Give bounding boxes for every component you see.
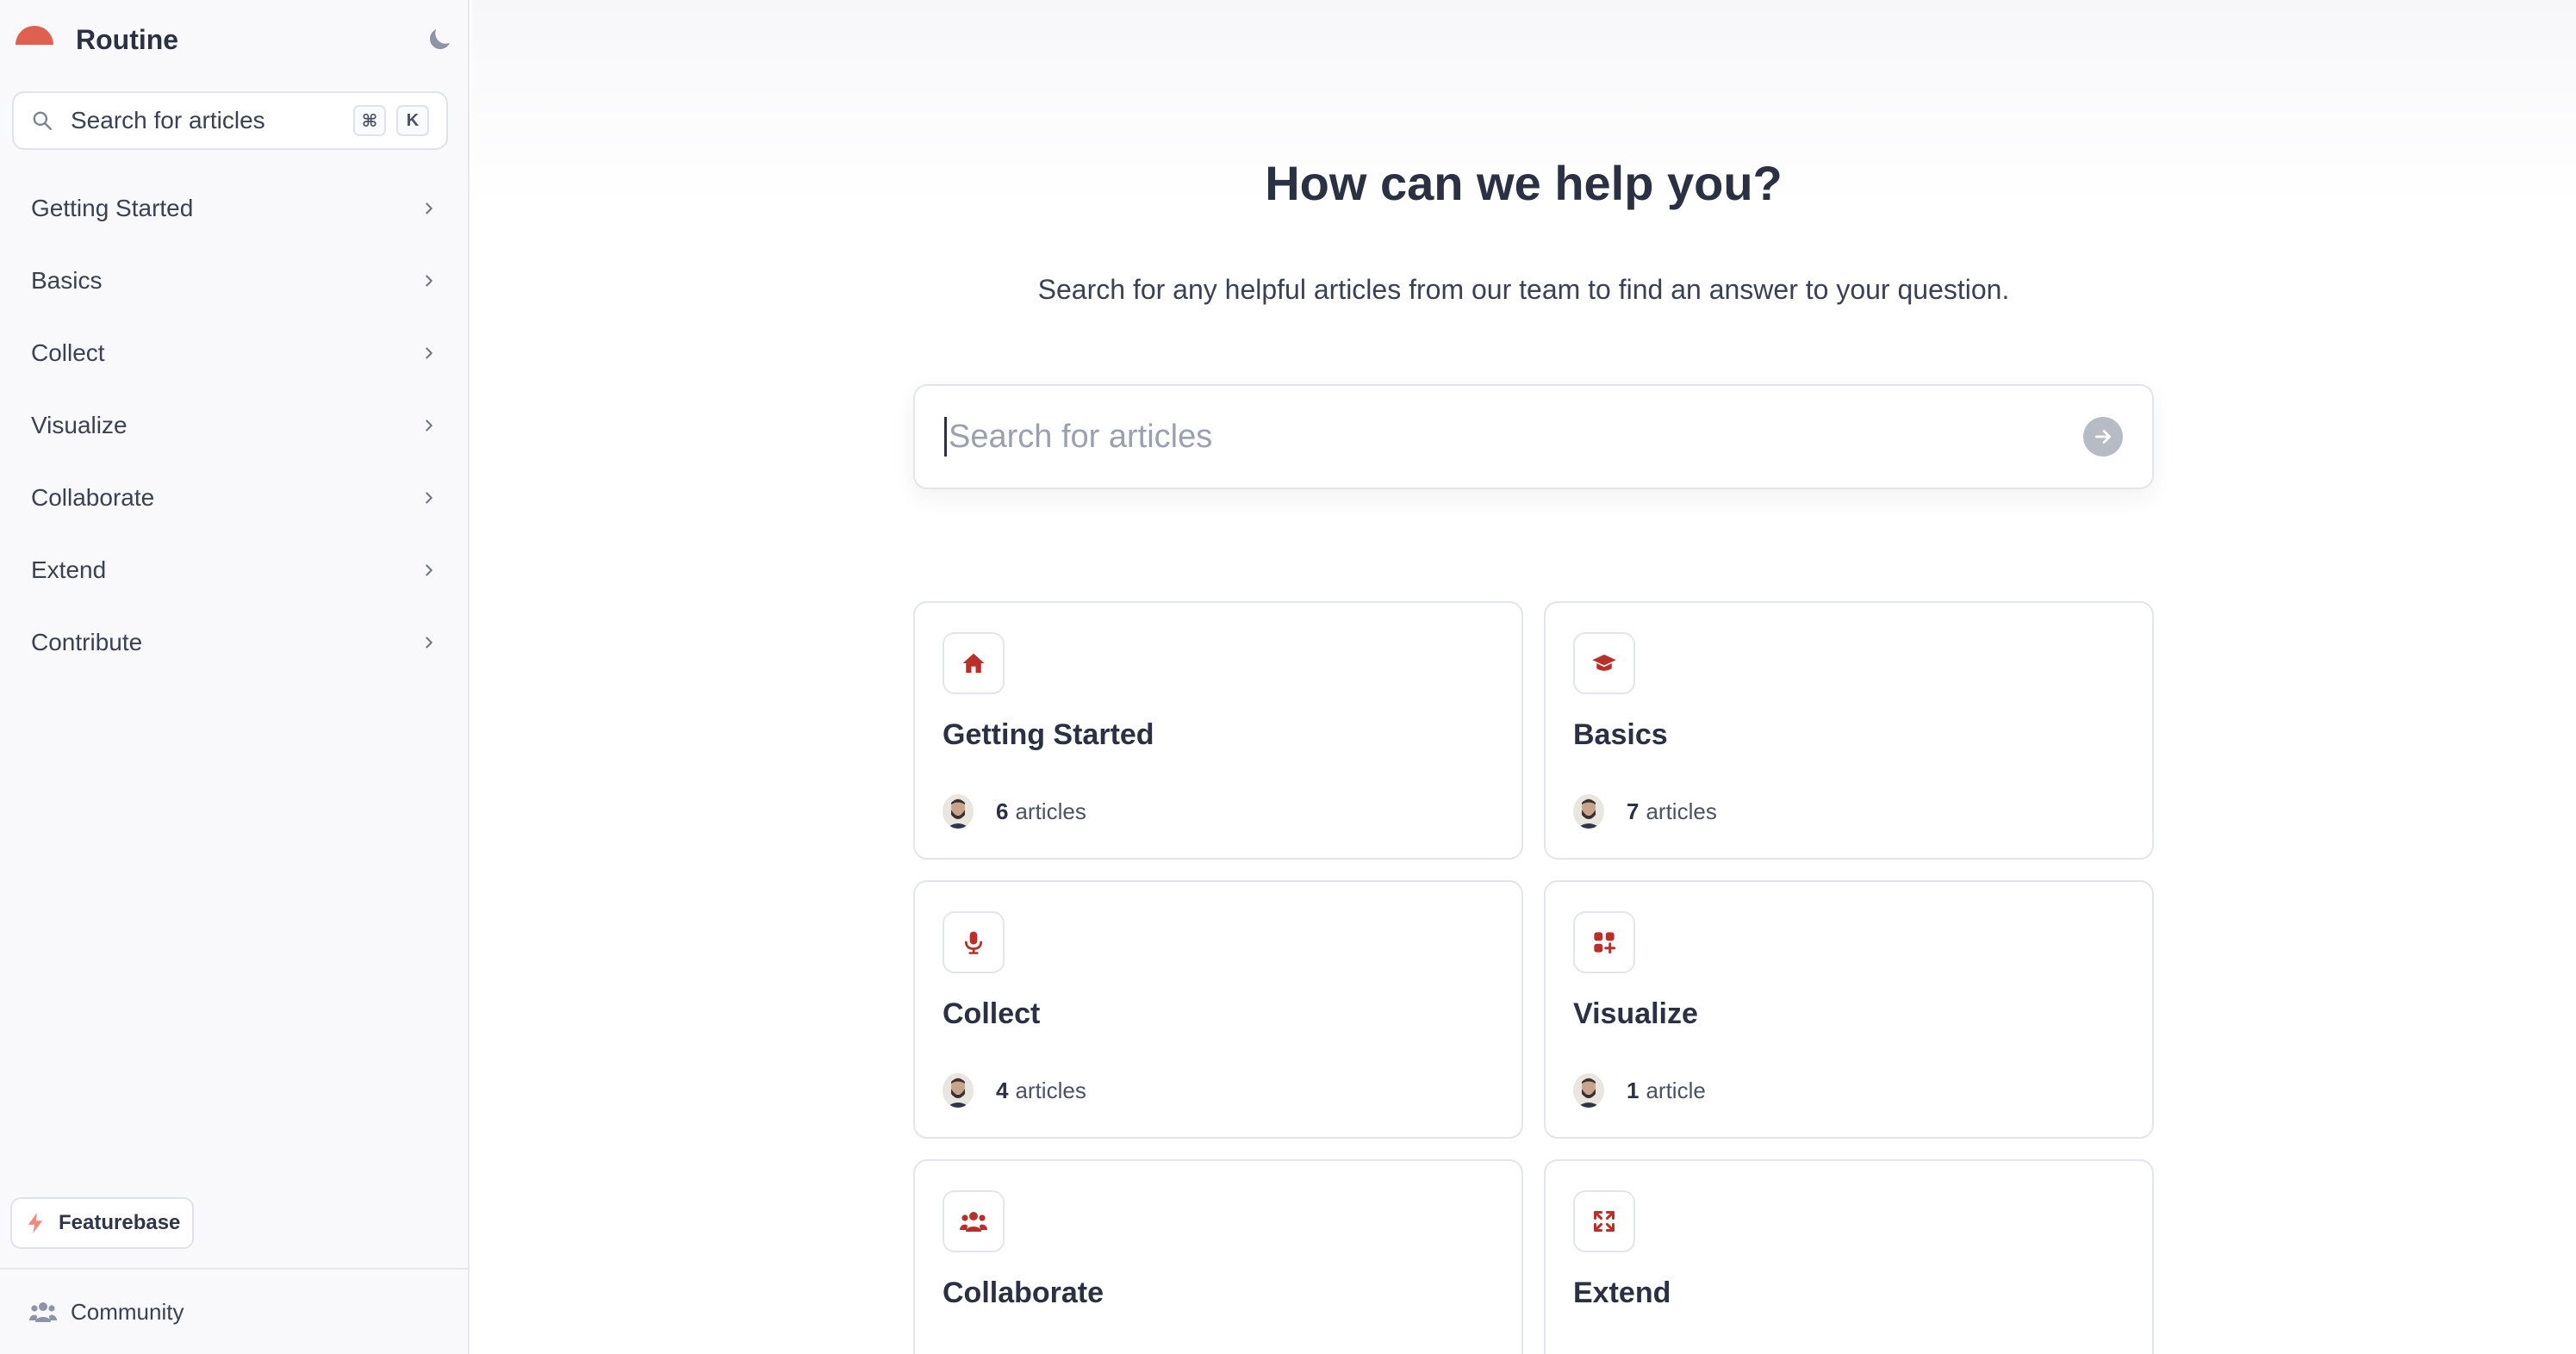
app-root: Routine Search for articles ⌘ K Getting … <box>0 0 2576 1354</box>
sidebar-item-contribute[interactable]: Contribute <box>0 606 470 679</box>
article-unit: articles <box>1015 798 1086 824</box>
card-meta: 1 article <box>1573 1073 1706 1108</box>
article-count: 1 <box>1627 1077 1640 1103</box>
sidebar-item-collect[interactable]: Collect <box>0 317 470 389</box>
chevron-right-icon <box>426 202 432 214</box>
users-icon <box>29 1302 57 1322</box>
shortcut-key-k: K <box>396 105 429 136</box>
main-content: How can we help you? Search for any help… <box>471 0 2576 1354</box>
article-count: 4 <box>996 1077 1009 1103</box>
featurebase-badge[interactable]: Featurebase <box>10 1197 195 1249</box>
brand[interactable]: Routine <box>16 19 455 60</box>
sidebar-item-label: Getting Started <box>31 195 194 221</box>
category-card-getting-started[interactable]: Getting Started 6 articles <box>913 601 1523 860</box>
sidebar-nav: Getting Started Basics Collect Visualize… <box>0 172 470 679</box>
sidebar-item-label: Collect <box>31 339 105 366</box>
bolt-icon <box>28 1213 43 1233</box>
sidebar-item-label: Collaborate <box>31 484 155 511</box>
page-title: How can we help you? <box>1265 156 1783 210</box>
sidebar-item-label: Visualize <box>31 412 128 438</box>
graduation-cap-icon <box>1592 655 1616 671</box>
category-card-extend[interactable]: Extend <box>1544 1159 2154 1354</box>
card-meta: 7 articles <box>1573 794 1717 829</box>
sidebar-search-label: Search for articles <box>71 107 265 134</box>
author-avatar <box>1573 794 1604 829</box>
card-title: Visualize <box>1573 997 1698 1030</box>
sidebar-search-button[interactable]: Search for articles ⌘ K <box>12 91 448 150</box>
page-subtitle: Search for any helpful articles from our… <box>1037 274 2010 305</box>
author-avatar <box>943 794 974 829</box>
article-unit: articles <box>1646 798 1717 824</box>
expand-icon <box>1593 1210 1615 1233</box>
featurebase-label: Featurebase <box>59 1211 181 1234</box>
community-label: Community <box>71 1298 184 1325</box>
chevron-right-icon <box>426 347 432 359</box>
users-icon <box>960 1212 987 1232</box>
chevron-right-icon <box>426 564 432 576</box>
card-title: Basics <box>1573 718 1668 751</box>
category-card-basics[interactable]: Basics 7 articles <box>1544 601 2154 860</box>
community-link[interactable]: Community <box>0 1268 470 1354</box>
apps-icon <box>1594 932 1616 954</box>
card-meta: 6 articles <box>943 794 1086 829</box>
sidebar-item-extend[interactable]: Extend <box>0 534 470 606</box>
author-avatar <box>1573 1073 1604 1108</box>
chevron-right-icon <box>426 637 432 649</box>
category-card-collaborate[interactable]: Collaborate <box>913 1159 1523 1354</box>
card-icon-box <box>1573 1190 1635 1252</box>
article-unit: articles <box>1015 1077 1086 1103</box>
shortcut-key-cmd: ⌘ <box>353 105 386 136</box>
search-submit-button[interactable] <box>2083 417 2123 457</box>
moon-icon[interactable] <box>424 24 455 55</box>
brand-logo <box>16 26 53 45</box>
main-search-bar <box>913 384 2154 489</box>
microphone-icon <box>964 931 983 954</box>
card-title: Extend <box>1573 1276 1671 1309</box>
card-title: Collaborate <box>943 1276 1104 1309</box>
search-input[interactable] <box>944 417 2083 457</box>
sidebar-item-basics[interactable]: Basics <box>0 245 470 317</box>
chevron-right-icon <box>426 492 432 504</box>
article-unit: article <box>1646 1077 1706 1103</box>
chevron-right-icon <box>426 275 432 287</box>
sidebar-item-getting-started[interactable]: Getting Started <box>0 172 470 245</box>
article-count: 6 <box>996 798 1009 824</box>
chevron-right-icon <box>426 419 432 432</box>
category-card-collect[interactable]: Collect 4 articles <box>913 880 1523 1139</box>
search-icon <box>33 111 52 130</box>
card-icon-box <box>1573 911 1635 973</box>
sidebar-item-label: Extend <box>31 556 107 583</box>
card-icon-box <box>943 911 1005 973</box>
sidebar-item-label: Basics <box>31 267 103 294</box>
card-meta: 4 articles <box>943 1073 1086 1108</box>
sidebar-item-label: Contribute <box>31 629 143 655</box>
article-count: 7 <box>1627 798 1640 824</box>
sidebar-item-collaborate[interactable]: Collaborate <box>0 462 470 534</box>
sidebar: Routine Search for articles ⌘ K Getting … <box>0 0 470 1354</box>
arrow-right-icon <box>2095 430 2111 444</box>
card-title: Getting Started <box>943 718 1154 751</box>
card-title: Collect <box>943 997 1041 1030</box>
sidebar-item-visualize[interactable]: Visualize <box>0 389 470 462</box>
category-card-visualize[interactable]: Visualize 1 article <box>1544 880 2154 1139</box>
card-icon-box <box>943 1190 1005 1252</box>
author-avatar <box>943 1073 974 1108</box>
card-icon-box <box>1573 632 1635 694</box>
home-icon <box>962 653 985 674</box>
brand-name: Routine <box>76 23 179 55</box>
card-icon-box <box>943 632 1005 694</box>
